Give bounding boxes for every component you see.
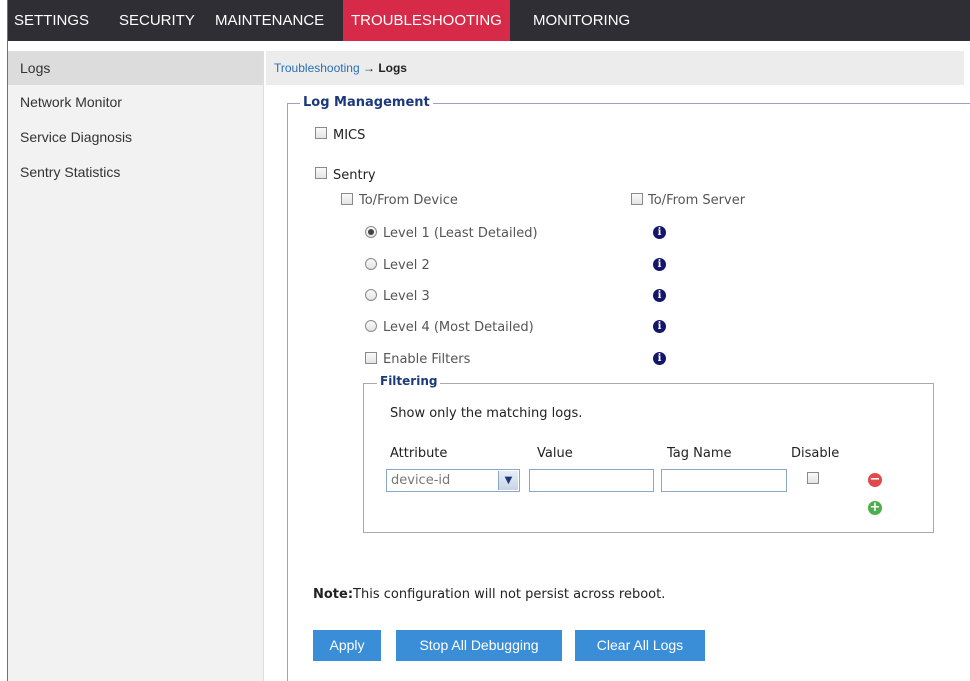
breadcrumb: Troubleshooting → Logs	[266, 51, 964, 85]
top-navigation: SETTINGS SECURITY MAINTENANCE TROUBLESHO…	[8, 0, 970, 41]
to-from-server-checkbox[interactable]	[631, 193, 643, 205]
log-management-frame-left	[287, 103, 288, 681]
value-input[interactable]	[529, 469, 654, 492]
nav-tab-security[interactable]: SECURITY	[115, 0, 199, 41]
note-text: This configuration will not persist acro…	[353, 587, 666, 602]
level-2-radio[interactable]	[365, 258, 377, 270]
enable-filters-label: Enable Filters	[383, 352, 471, 367]
column-header-tag-name: Tag Name	[667, 446, 732, 461]
info-icon[interactable]: i	[653, 289, 666, 302]
nav-tab-troubleshooting[interactable]: TROUBLESHOOTING	[343, 0, 510, 41]
column-header-value: Value	[537, 446, 573, 461]
info-icon[interactable]: i	[653, 226, 666, 239]
attribute-select[interactable]: device-id ▼	[386, 469, 520, 492]
filtering-legend: Filtering	[377, 374, 441, 388]
nav-tab-monitoring[interactable]: MONITORING	[529, 0, 634, 41]
level-1-radio[interactable]	[365, 226, 377, 238]
filtering-description: Show only the matching logs.	[390, 406, 583, 421]
minus-circle-icon[interactable]: −	[868, 473, 882, 487]
sentry-checkbox[interactable]	[315, 167, 327, 179]
level-2-label: Level 2	[383, 258, 430, 273]
sidebar: Logs Network Monitor Service Diagnosis S…	[8, 51, 264, 681]
column-header-disable: Disable	[791, 446, 840, 461]
info-icon[interactable]: i	[653, 320, 666, 333]
info-icon[interactable]: i	[653, 258, 666, 271]
breadcrumb-current: Logs	[378, 61, 407, 75]
stop-all-debugging-button[interactable]: Stop All Debugging	[396, 630, 562, 661]
sidebar-item-sentry-statistics[interactable]: Sentry Statistics	[8, 155, 263, 189]
nav-tab-settings[interactable]: SETTINGS	[10, 0, 93, 41]
sidebar-item-logs[interactable]: Logs	[8, 51, 263, 85]
attribute-select-value: device-id	[391, 473, 451, 488]
breadcrumb-arrow: →	[362, 61, 375, 75]
sentry-label: Sentry	[333, 168, 376, 183]
info-icon[interactable]: i	[653, 352, 666, 365]
to-from-server-label: To/From Server	[648, 193, 746, 208]
note-prefix: Note:	[313, 587, 354, 602]
to-from-device-checkbox[interactable]	[341, 193, 353, 205]
to-from-device-label: To/From Device	[359, 193, 458, 208]
level-3-radio[interactable]	[365, 289, 377, 301]
plus-circle-icon[interactable]: +	[868, 501, 882, 515]
level-1-label: Level 1 (Least Detailed)	[383, 226, 538, 241]
tag-name-input[interactable]	[661, 469, 787, 492]
mics-label: MICS	[333, 128, 366, 143]
clear-all-logs-button[interactable]: Clear All Logs	[575, 630, 705, 661]
sidebar-item-network-monitor[interactable]: Network Monitor	[8, 85, 263, 119]
apply-button[interactable]: Apply	[313, 630, 381, 661]
enable-filters-checkbox[interactable]	[365, 352, 377, 364]
chevron-down-icon[interactable]: ▼	[498, 471, 518, 490]
column-header-attribute: Attribute	[390, 446, 448, 461]
level-4-radio[interactable]	[365, 320, 377, 332]
mics-checkbox[interactable]	[315, 127, 327, 139]
sidebar-item-service-diagnosis[interactable]: Service Diagnosis	[8, 120, 263, 154]
disable-checkbox[interactable]	[807, 472, 819, 484]
level-3-label: Level 3	[383, 289, 430, 304]
level-4-label: Level 4 (Most Detailed)	[383, 320, 534, 335]
log-management-legend: Log Management	[300, 95, 433, 110]
nav-tab-maintenance[interactable]: MAINTENANCE	[211, 0, 328, 41]
note: Note:This configuration will not persist…	[313, 587, 665, 602]
breadcrumb-link-troubleshooting[interactable]: Troubleshooting	[274, 61, 360, 75]
